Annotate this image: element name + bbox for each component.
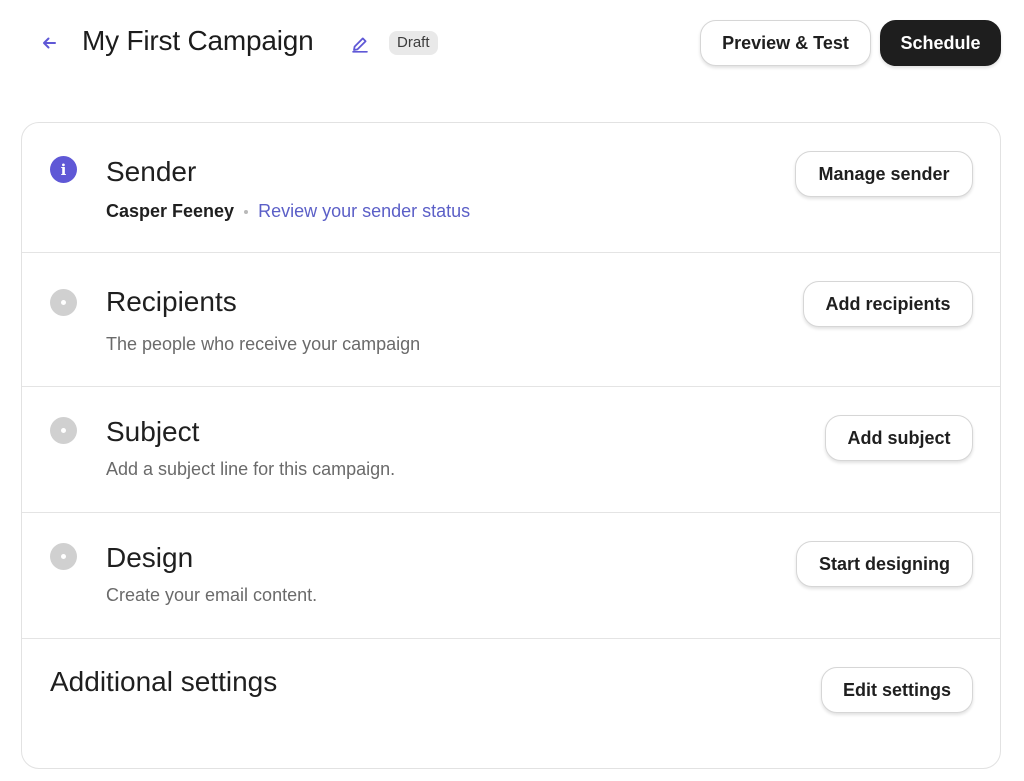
pending-circle-icon [50,417,77,444]
preview-test-button[interactable]: Preview & Test [700,20,871,66]
recipients-section: Recipients The people who receive your c… [22,253,1000,387]
sender-name: Casper Feeney [106,201,235,221]
additional-settings-section: Additional settings Edit settings [22,639,1000,768]
pencil-icon[interactable] [349,33,371,55]
review-sender-status-link[interactable]: Review your sender status [258,201,470,222]
sender-details: Casper Feeney Review your sender status [106,201,470,222]
pending-circle-icon [50,289,77,316]
recipients-description: The people who receive your campaign [106,334,421,354]
design-title: Design [106,542,194,573]
pending-circle-icon [50,543,77,570]
page-title: My First Campaign [82,25,314,56]
subject-description: Add a subject line for this campaign. [106,459,396,479]
start-designing-button[interactable]: Start designing [796,541,973,587]
campaign-checklist-card: i Sender Casper Feeney Review your sende… [21,122,1001,769]
additional-settings-title: Additional settings [50,666,278,697]
status-badge: Draft [389,31,438,55]
separator-dot [244,209,249,214]
subject-title: Subject [106,416,200,447]
design-section: Design Create your email content. Start … [22,513,1000,639]
info-icon: i [50,156,77,183]
campaign-header: My First Campaign Draft Preview & Test S… [0,0,1024,90]
subject-section: Subject Add a subject line for this camp… [22,387,1000,513]
manage-sender-button[interactable]: Manage sender [795,151,973,197]
design-description: Create your email content. [106,585,318,605]
add-recipients-button[interactable]: Add recipients [803,281,973,327]
schedule-button[interactable]: Schedule [880,20,1001,66]
arrow-left-icon[interactable] [38,32,60,54]
edit-settings-button[interactable]: Edit settings [821,667,973,713]
sender-section: i Sender Casper Feeney Review your sende… [22,123,1000,253]
add-subject-button[interactable]: Add subject [825,415,973,461]
sender-title: Sender [106,156,197,187]
recipients-title: Recipients [106,286,237,317]
